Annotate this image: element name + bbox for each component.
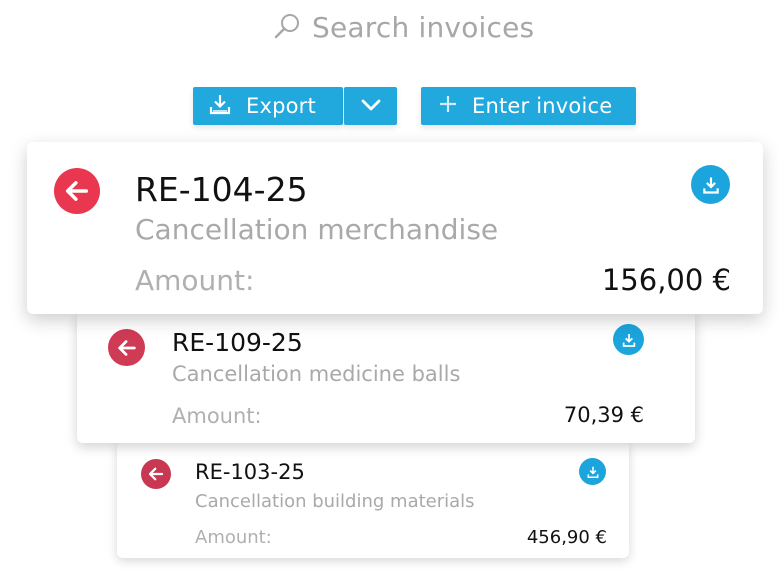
invoice-number: RE-109-25 — [172, 328, 303, 357]
plus-icon — [438, 94, 458, 118]
invoice-number: RE-104-25 — [135, 170, 308, 209]
download-icon[interactable] — [691, 165, 730, 204]
invoice-description: Cancellation merchandise — [135, 213, 499, 246]
download-icon[interactable] — [613, 324, 644, 355]
amount-label: Amount: — [195, 527, 272, 548]
invoice-card[interactable]: RE-109-25 Cancellation medicine balls Am… — [77, 311, 695, 443]
cancel-arrow-icon — [141, 459, 171, 489]
export-button-label: Export — [246, 94, 316, 118]
cancel-arrow-icon — [54, 168, 100, 214]
invoice-card[interactable]: RE-103-25 Cancellation building material… — [117, 441, 629, 558]
search-icon — [272, 12, 302, 42]
cancel-arrow-icon — [108, 329, 145, 366]
amount-value: 456,90 € — [526, 527, 607, 548]
amount-value: 70,39 € — [563, 403, 644, 427]
invoice-description: Cancellation building materials — [195, 491, 475, 512]
search-input[interactable]: Search invoices — [312, 11, 534, 44]
export-button[interactable]: Export — [193, 87, 343, 125]
export-menu-button[interactable] — [344, 87, 397, 125]
invoice-number: RE-103-25 — [195, 460, 305, 484]
chevron-down-icon — [360, 97, 382, 116]
download-icon — [208, 92, 232, 120]
search-bar[interactable]: Search invoices — [272, 8, 534, 46]
download-icon[interactable] — [579, 458, 606, 485]
invoice-card[interactable]: RE-104-25 Cancellation merchandise Amoun… — [27, 142, 763, 314]
invoice-page: Search invoices Export Enter invoice RE-… — [0, 0, 779, 582]
amount-label: Amount: — [135, 264, 255, 297]
amount-value: 156,00 € — [601, 263, 731, 297]
amount-label: Amount: — [172, 404, 262, 428]
enter-invoice-button[interactable]: Enter invoice — [421, 87, 636, 125]
enter-invoice-label: Enter invoice — [472, 94, 613, 118]
invoice-description: Cancellation medicine balls — [172, 362, 461, 386]
